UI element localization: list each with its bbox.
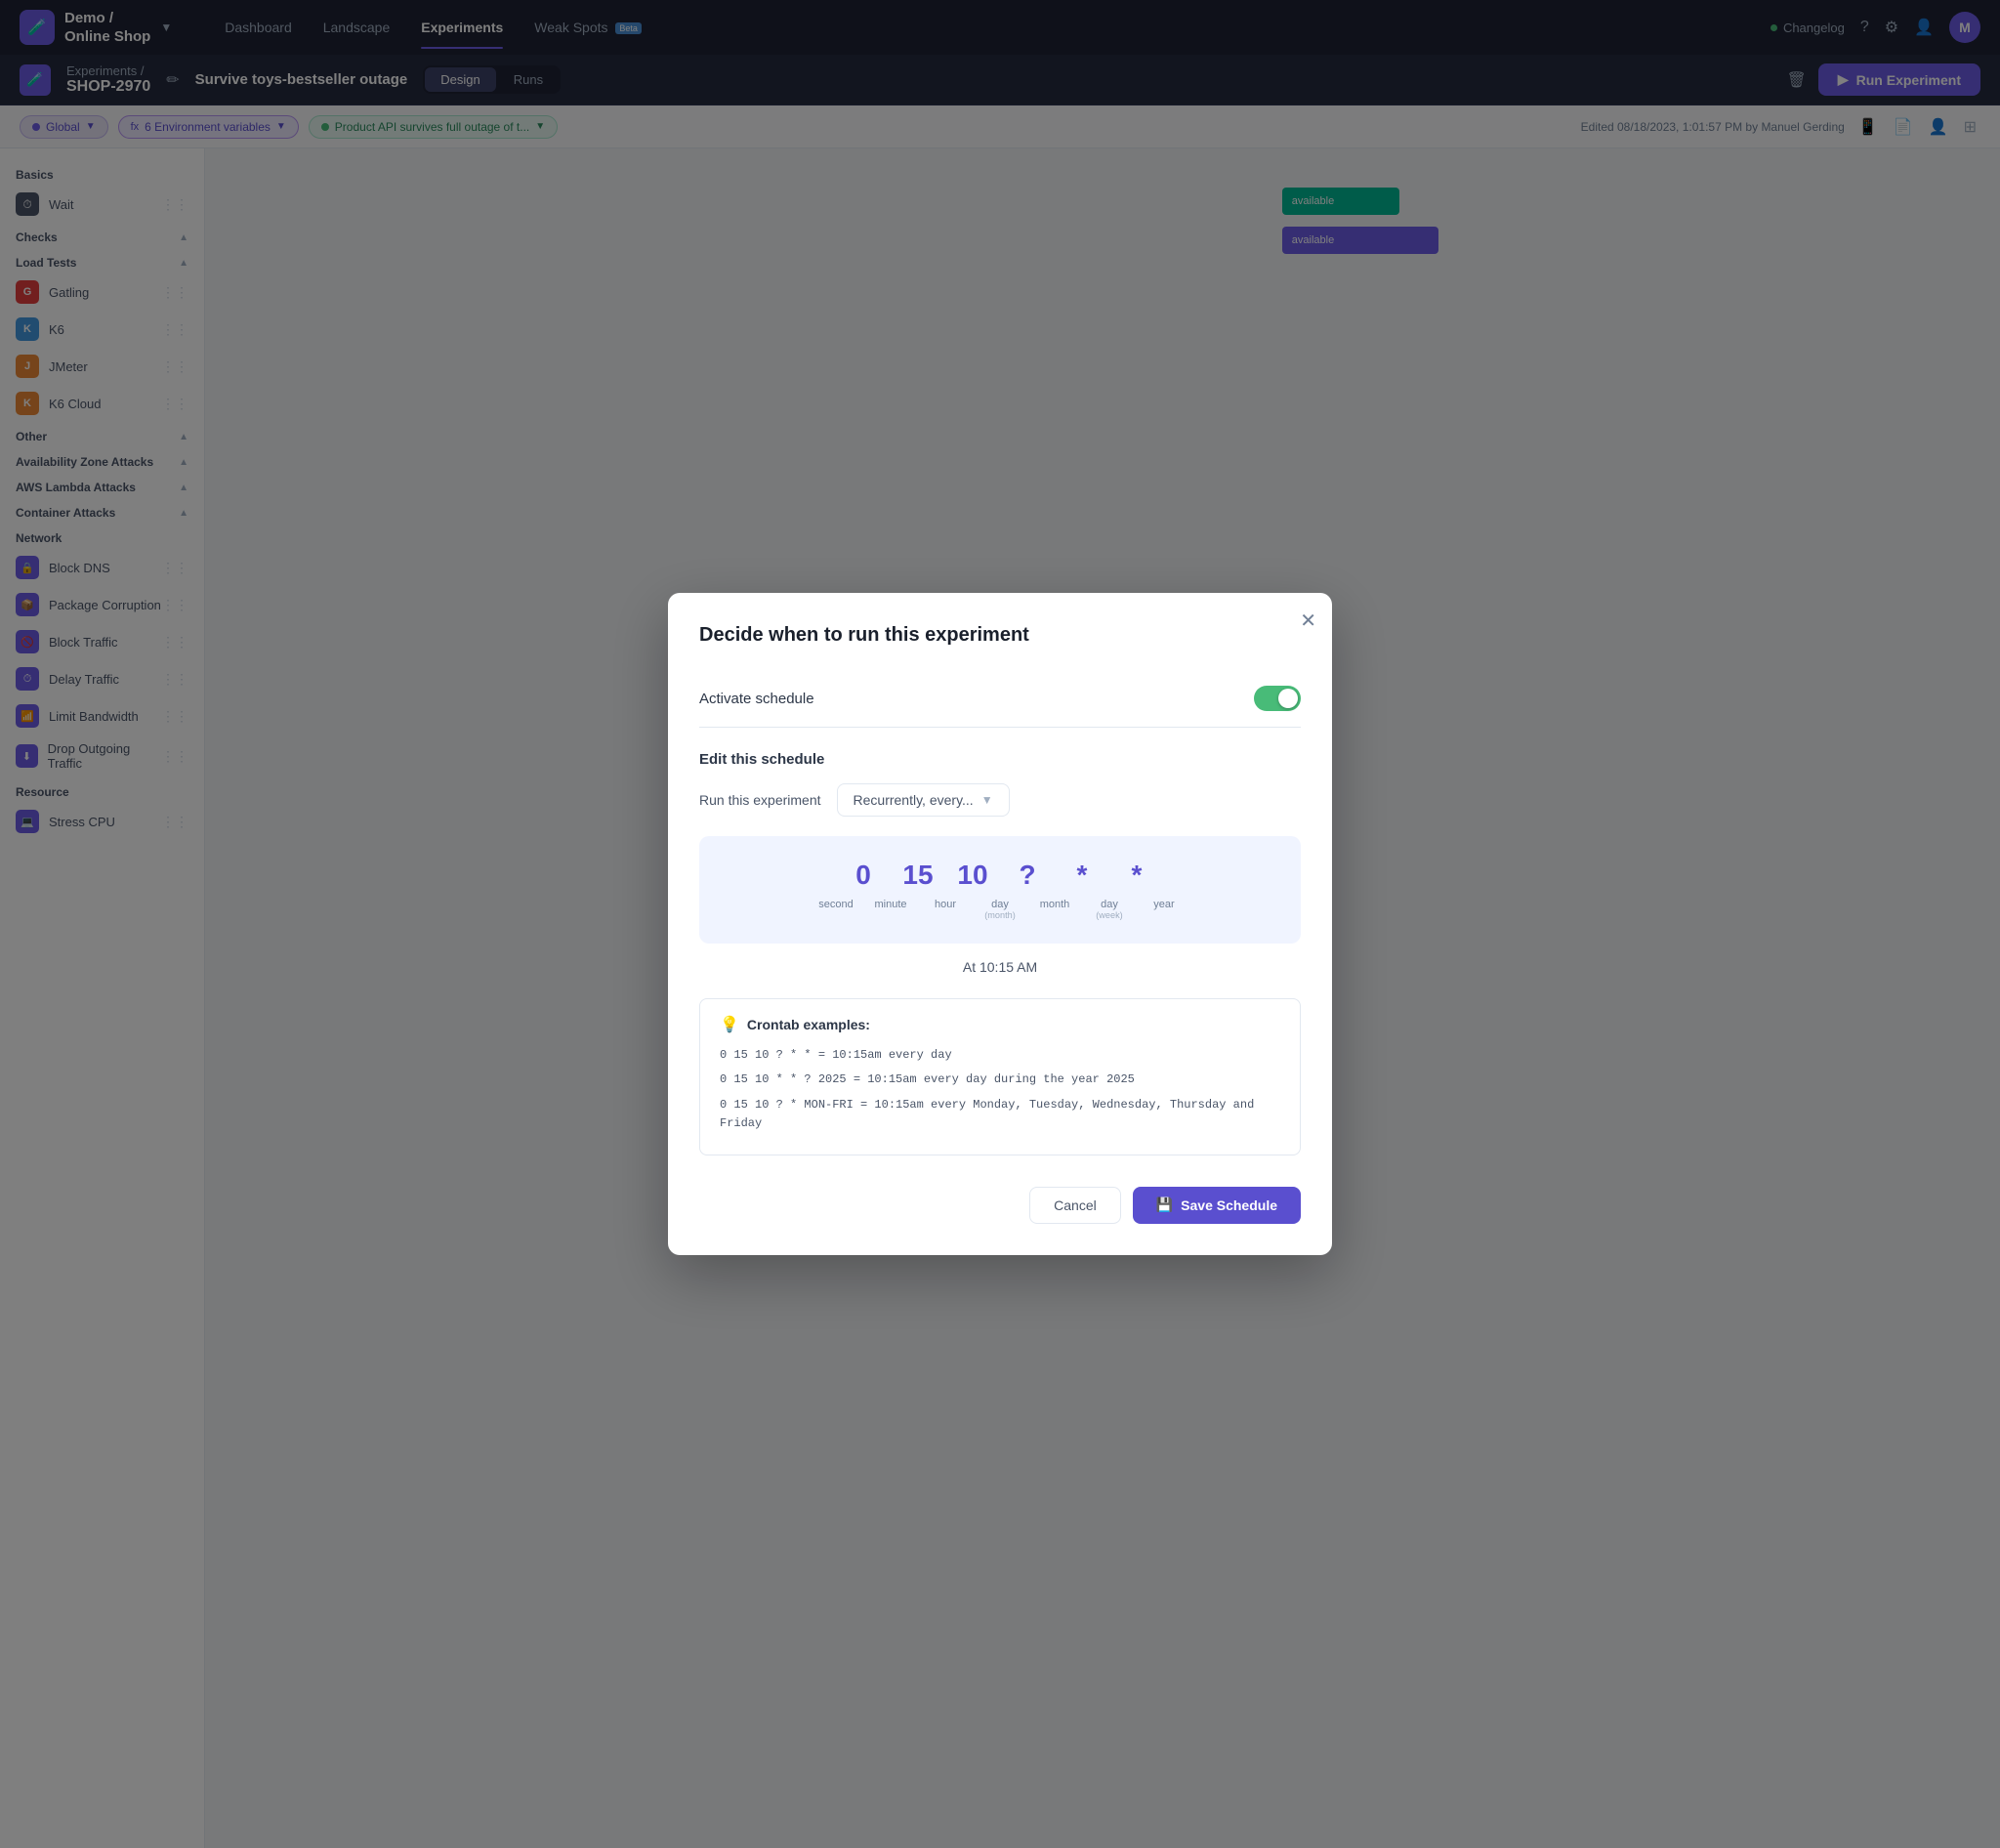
schedule-modal: ✕ Decide when to run this experiment Act… [668, 593, 1332, 1255]
cron-time-label: At 10:15 AM [699, 959, 1301, 975]
modal-footer: Cancel 💾 Save Schedule [699, 1187, 1301, 1224]
cron-labels: second minute hour day (month) month day… [715, 899, 1285, 920]
crontab-example-1: 0 15 10 ? * * = 10:15am every day [720, 1046, 1280, 1065]
run-row: Run this experiment Recurrently, every..… [699, 783, 1301, 817]
toggle-slider [1254, 686, 1301, 711]
modal-close-button[interactable]: ✕ [1300, 609, 1316, 633]
run-label: Run this experiment [699, 792, 821, 808]
cron-day-week: * [1121, 860, 1152, 891]
modal-title: Decide when to run this experiment [699, 624, 1301, 647]
modal-overlay[interactable]: ✕ Decide when to run this experiment Act… [0, 0, 2000, 1848]
activate-schedule-label: Activate schedule [699, 691, 814, 707]
edit-section-title: Edit this schedule [699, 751, 1301, 768]
crontab-example-2: 0 15 10 * * ? 2025 = 10:15am every day d… [720, 1071, 1280, 1089]
cron-hour: 10 [957, 860, 988, 891]
activate-schedule-toggle[interactable] [1254, 686, 1301, 711]
cron-values: 0 15 10 ? * * [715, 860, 1285, 891]
crontab-examples-box: 💡 Crontab examples: 0 15 10 ? * * = 10:1… [699, 998, 1301, 1155]
cron-minute: 15 [902, 860, 934, 891]
cron-second: 0 [848, 860, 879, 891]
crontab-header: 💡 Crontab examples: [720, 1015, 1280, 1034]
cron-display: 0 15 10 ? * * second minute hour day (mo… [699, 836, 1301, 944]
cancel-button[interactable]: Cancel [1029, 1187, 1121, 1224]
cron-day-month: ? [1012, 860, 1043, 891]
bulb-icon: 💡 [720, 1015, 739, 1034]
save-icon: 💾 [1156, 1197, 1173, 1213]
crontab-example-3: 0 15 10 ? * MON-FRI = 10:15am every Mond… [720, 1096, 1280, 1133]
cron-month: * [1066, 860, 1098, 891]
activate-schedule-row: Activate schedule [699, 670, 1301, 728]
edit-schedule-section: Edit this schedule Run this experiment R… [699, 751, 1301, 1155]
recurrence-select[interactable]: Recurrently, every... ▼ [837, 783, 1010, 817]
save-schedule-button[interactable]: 💾 Save Schedule [1133, 1187, 1301, 1224]
chevron-down-icon: ▼ [981, 793, 993, 807]
